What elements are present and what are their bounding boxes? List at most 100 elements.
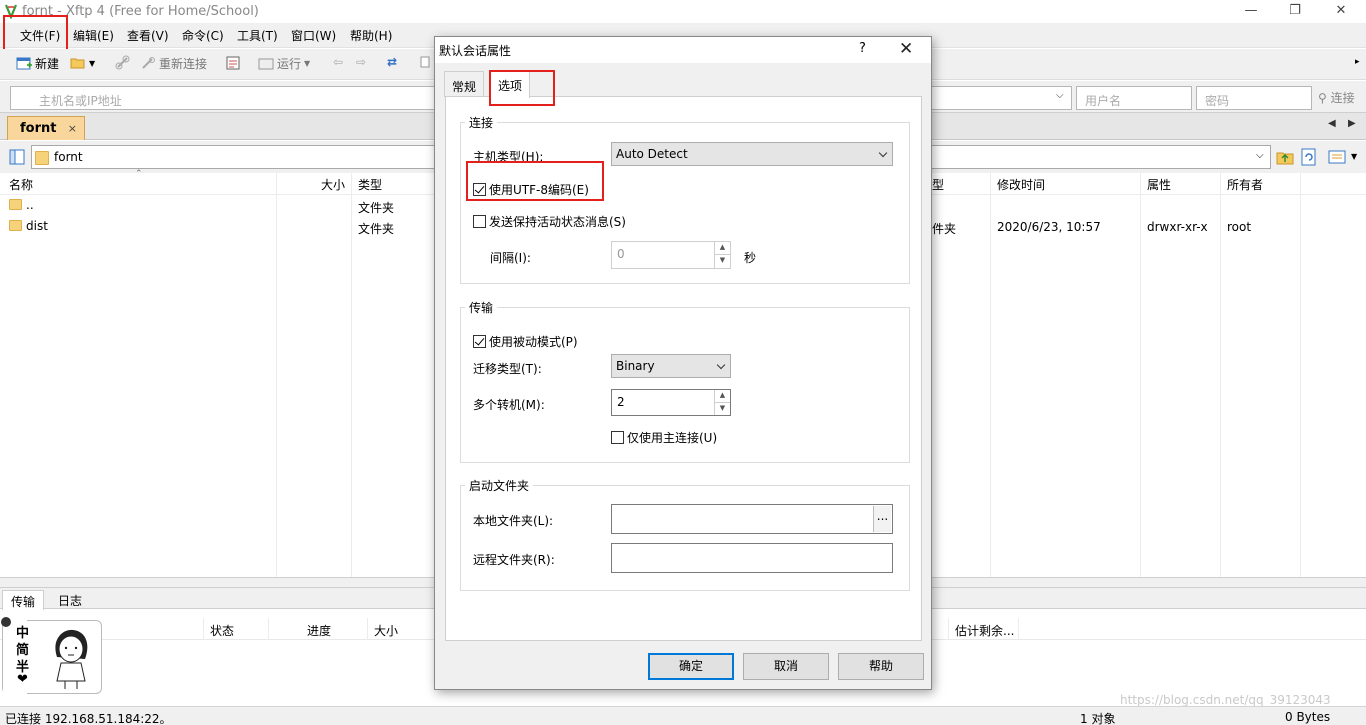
- column-name[interactable]: 名称: [9, 176, 33, 193]
- remote-file-row-dist[interactable]: 件夹 2020/6/23, 10:57 drwxr-xr-x root: [932, 219, 1362, 240]
- transfer-mode-label: 迁移类型(T):: [473, 362, 542, 376]
- username-placeholder: 用户名: [1085, 94, 1122, 108]
- reconnect-icon: [142, 56, 155, 69]
- column-attributes[interactable]: 属性: [1147, 176, 1171, 193]
- keepalive-label: 发送保持活动状态消息(S): [489, 215, 626, 229]
- menu-tools[interactable]: 工具(T): [237, 27, 278, 44]
- menu-edit[interactable]: 编辑(E): [73, 27, 114, 44]
- column-owner[interactable]: 所有者: [1227, 176, 1263, 193]
- link-icon: [115, 55, 130, 70]
- parent-folder-icon[interactable]: [1276, 148, 1294, 166]
- interval-unit: 秒: [744, 251, 757, 265]
- column-size[interactable]: 大小: [374, 622, 398, 639]
- current-path: fornt: [54, 150, 83, 164]
- toolbar-overflow-icon[interactable]: ▸: [1355, 57, 1360, 67]
- interval-stepper[interactable]: 0 ▲ ▼: [611, 241, 731, 269]
- column-modified[interactable]: 修改时间: [997, 176, 1045, 193]
- transfer-group: 传输 使用被动模式(P) 迁移类型(T): Binary 多个转机(M): 2 …: [460, 299, 910, 463]
- host-type-value: Auto Detect: [616, 147, 688, 161]
- ok-button[interactable]: 确定: [648, 653, 734, 680]
- password-input[interactable]: 密码: [1196, 86, 1312, 110]
- tab-log[interactable]: 日志: [50, 590, 90, 610]
- file-row-parent[interactable]: .. 文件夹: [9, 198, 429, 219]
- dropdown-arrow-icon: ▼: [89, 58, 96, 68]
- panel-toggle-icon[interactable]: [9, 149, 25, 165]
- tab-general[interactable]: 常规: [444, 71, 485, 97]
- passive-mode-checkbox[interactable]: 使用被动模式(P): [473, 333, 578, 350]
- connect-button[interactable]: ⚲ 连接: [1318, 89, 1355, 106]
- menu-view[interactable]: 查看(V): [127, 27, 169, 44]
- disconnect-button[interactable]: [115, 55, 131, 71]
- primary-only-checkbox-box: [611, 431, 624, 444]
- host-type-select[interactable]: Auto Detect: [611, 142, 893, 166]
- column-type[interactable]: 型: [932, 176, 944, 193]
- path-dropdown-icon[interactable]: ⌵: [1256, 150, 1264, 161]
- status-bytes: 0 Bytes: [1285, 710, 1331, 724]
- keepalive-checkbox[interactable]: 发送保持活动状态消息(S): [473, 213, 626, 230]
- close-tab-icon[interactable]: ×: [68, 122, 77, 135]
- copy-button[interactable]: [419, 55, 435, 71]
- remote-folder-input[interactable]: [611, 543, 893, 573]
- session-tab-fornt[interactable]: fornt ×: [7, 116, 85, 140]
- view-mode-icon[interactable]: [1328, 148, 1346, 166]
- sticker-char: ❤: [17, 672, 28, 687]
- view-mode-dropdown-icon[interactable]: ▼: [1351, 152, 1357, 161]
- copy-icon: [420, 56, 430, 68]
- tab-scroll-left-icon[interactable]: ◀: [1328, 118, 1336, 129]
- file-row-dist[interactable]: dist 文件夹: [9, 219, 429, 240]
- username-input[interactable]: 用户名: [1076, 86, 1192, 110]
- file-modified: 2020/6/23, 10:57: [997, 220, 1101, 234]
- local-folder-input[interactable]: ...: [611, 504, 893, 534]
- local-folder-label: 本地文件夹(L):: [473, 514, 554, 528]
- stepper-down-icon[interactable]: ▼: [715, 255, 730, 268]
- folder-icon: [35, 151, 49, 165]
- browse-button[interactable]: ...: [873, 506, 891, 532]
- minimize-button[interactable]: —: [1236, 2, 1266, 20]
- chevron-down-icon: [716, 360, 726, 370]
- maximize-button[interactable]: ❐: [1280, 2, 1310, 20]
- properties-button[interactable]: [225, 55, 241, 71]
- help-button[interactable]: 帮助: [838, 653, 924, 680]
- menu-help[interactable]: 帮助(H): [350, 27, 392, 44]
- stepper-up-icon[interactable]: ▲: [715, 390, 730, 403]
- status-connection: 已连接 192.168.51.184:22。: [5, 712, 172, 725]
- column-progress[interactable]: 进度: [307, 622, 331, 639]
- column-divider: [268, 618, 269, 640]
- column-divider: [948, 618, 949, 640]
- tab-scroll-right-icon[interactable]: ▶: [1348, 118, 1356, 129]
- highlight-options-tab: [489, 70, 555, 106]
- close-button[interactable]: ✕: [1326, 2, 1356, 20]
- cancel-button[interactable]: 取消: [743, 653, 829, 680]
- stepper-up-icon[interactable]: ▲: [715, 242, 730, 255]
- column-divider: [367, 618, 368, 640]
- file-name: dist: [26, 219, 48, 233]
- transfer-mode-select[interactable]: Binary: [611, 354, 731, 378]
- open-folder-button[interactable]: ▼: [70, 55, 95, 71]
- forward-button[interactable]: ⇨: [356, 55, 372, 71]
- new-session-button[interactable]: 新建: [16, 55, 59, 72]
- new-session-icon: [16, 57, 32, 69]
- host-dropdown-icon[interactable]: ⌵: [1056, 90, 1064, 101]
- column-eta[interactable]: 估计剩余...: [955, 622, 1014, 639]
- column-status[interactable]: 状态: [210, 622, 234, 639]
- dialog-help-button[interactable]: ?: [859, 41, 866, 56]
- column-type[interactable]: 类型: [358, 176, 382, 193]
- dialog-close-button[interactable]: ✕: [899, 39, 913, 59]
- menu-command[interactable]: 命令(C): [182, 27, 224, 44]
- cartoon-girl-icon: [55, 629, 88, 689]
- status-bar: 已连接 192.168.51.184:22。 1 对象 0 Bytes: [0, 706, 1366, 725]
- tab-transfer[interactable]: 传输: [2, 590, 45, 610]
- left-pane-header: 名称 ⌃ 大小 类型: [0, 169, 436, 195]
- back-button[interactable]: ⇦: [333, 55, 349, 71]
- reconnect-button[interactable]: 重新连接: [140, 55, 207, 72]
- run-button[interactable]: 运行 ▼: [258, 55, 310, 72]
- multi-transfer-stepper[interactable]: 2 ▲ ▼: [611, 389, 731, 416]
- primary-only-checkbox[interactable]: 仅使用主连接(U): [611, 429, 717, 446]
- sync-button[interactable]: ⇄: [387, 55, 403, 71]
- file-attributes: drwxr-xr-x: [1147, 220, 1208, 234]
- refresh-icon[interactable]: [1300, 148, 1318, 166]
- chevron-down-icon: [878, 148, 888, 158]
- stepper-down-icon[interactable]: ▼: [715, 403, 730, 416]
- column-size[interactable]: 大小: [321, 176, 345, 193]
- menu-window[interactable]: 窗口(W): [291, 27, 336, 44]
